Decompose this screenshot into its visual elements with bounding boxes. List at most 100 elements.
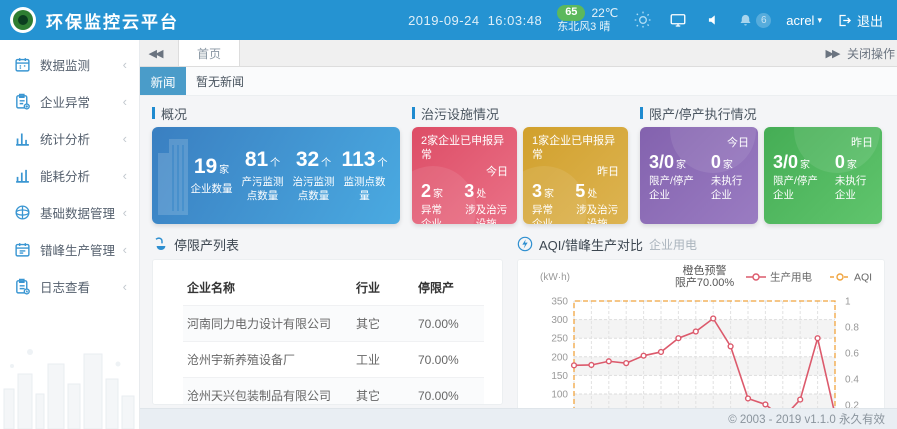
news-label: 新闻: [140, 67, 186, 95]
title-bar-accent: [152, 107, 155, 119]
limit-today-card: 今日 3/0家 限产/停产企业 0家 未执行企业: [640, 127, 758, 224]
overview-card: 19家 企业数量 81个 产污监测点数量 32个 治污监测点数量: [152, 127, 400, 224]
table-column-header: 停限产: [414, 272, 484, 306]
table-cell: 70.00%: [414, 306, 484, 342]
news-content: 暂无新闻: [196, 67, 244, 95]
aqi-comparison-title: AQI/错峰生产对比 企业用电: [517, 234, 885, 254]
svg-text:150: 150: [551, 371, 568, 382]
title-bar-accent: [412, 107, 415, 119]
calendar-icon: [14, 56, 31, 73]
sidebar-item-energy-analysis[interactable]: 能耗分析 ‹: [0, 157, 139, 194]
news-bar: 新闻 暂无新闻: [140, 67, 897, 96]
svg-text:(kW·h): (kW·h): [540, 272, 570, 283]
stop-limit-list-title: 停限产列表: [152, 234, 503, 254]
user-menu[interactable]: acrel▾: [786, 13, 822, 28]
logout-label: 退出: [857, 11, 883, 30]
abnormal-enterprises-stat: 3家 异常企业: [532, 181, 561, 224]
table-cell: 其它: [352, 378, 414, 406]
logout-button[interactable]: 退出: [837, 11, 883, 30]
brand: 环保监控云平台: [10, 7, 179, 33]
lightning-circle-icon: [517, 236, 533, 252]
bar-chart-icon: [14, 167, 31, 184]
svg-text:250: 250: [551, 334, 568, 345]
sun-icon: [633, 10, 653, 30]
table-row: 河南同力电力设计有限公司其它70.00%: [183, 306, 484, 342]
table-cell: 工业: [352, 342, 414, 378]
app-title: 环保监控云平台: [46, 8, 179, 33]
facility-yesterday-card: 1家企业已申报异常 昨日 3家 异常企业 5处 涉及治污设施: [523, 127, 628, 224]
main-area: ◀◀ 首页 ▶▶ 关闭操作 新闻 暂无新闻 概况: [140, 40, 897, 429]
sidebar-item-statistics[interactable]: 统计分析 ‹: [0, 120, 139, 157]
abnormal-enterprises-stat: 2家 异常企业: [421, 181, 450, 224]
stop-limit-list-section: 停限产列表 企业名称行业停限产 河南同力电力设计有限公司其它70.00%沧州宇新…: [152, 234, 503, 408]
table-column-header: 行业: [352, 272, 414, 306]
table-cell: 沧州天兴包装制品有限公司: [183, 378, 352, 406]
log-icon: [14, 278, 31, 295]
chevron-down-icon: ▾: [817, 15, 822, 26]
overview-section-title: 概况: [152, 105, 400, 121]
stat-monitor-points: 113个 监测点数量: [339, 148, 390, 203]
date-text: 2019-09-24: [408, 13, 480, 28]
chevron-left-icon: ‹: [123, 242, 127, 257]
temperature-text: 22℃: [591, 6, 618, 21]
svg-text:AQI: AQI: [854, 272, 872, 284]
globe-icon: [14, 204, 31, 221]
table-cell: 沧州宇新养殖设备厂: [183, 342, 352, 378]
sidebar-item-base-data[interactable]: 基础数据管理 ‹: [0, 194, 139, 231]
table-row: 沧州宇新养殖设备厂工业70.00%: [183, 342, 484, 378]
wind-weather-text: 东北风3 晴: [557, 21, 618, 35]
bell-icon: [738, 13, 753, 28]
sidebar-item-data-monitoring[interactable]: 数据监测 ‹: [0, 46, 139, 83]
svg-text:1: 1: [845, 297, 851, 308]
limit-stop-enterprises-stat: 3/0家 限产/停产企业: [649, 152, 697, 202]
svg-text:限产70.00%: 限产70.00%: [675, 275, 735, 289]
sidebar-item-enterprise-abnormal[interactable]: 企业异常 ‹: [0, 83, 139, 120]
svg-text:350: 350: [551, 297, 568, 308]
stat-treatment-points: 32个 治污监测点数量: [288, 148, 339, 203]
table-cell: 70.00%: [414, 342, 484, 378]
tab-home[interactable]: 首页: [178, 40, 240, 66]
tabs-scroll-right-button[interactable]: ▶▶: [817, 40, 847, 66]
app-root: 环保监控云平台 2019-09-2416:03:48 65 22℃ 东北风3 晴: [0, 0, 897, 429]
non-executing-enterprises-stat: 0家 未执行企业: [711, 152, 749, 202]
svg-text:0.8: 0.8: [845, 323, 859, 334]
chevron-left-icon: ‹: [123, 168, 127, 183]
chevron-left-icon: ‹: [123, 131, 127, 146]
bar-chart-icon: [14, 130, 31, 147]
faucet-icon: [152, 236, 168, 252]
dashboard-content: 概况 19家 企业数量 81个: [140, 96, 897, 408]
stop-limit-table-head-row: 企业名称行业停限产: [183, 272, 484, 306]
pollution-facility-section: 治污设施情况 2家企业已申报异常 今日 2家 异常企业: [412, 105, 628, 224]
chevron-left-icon: ‹: [123, 205, 127, 220]
svg-text:300: 300: [551, 315, 568, 326]
svg-text:100: 100: [551, 390, 568, 401]
close-operations-button[interactable]: 关闭操作: [847, 40, 897, 66]
aqi-chart-card: 35030025020015010010.80.60.40.2(kW·h)橙色预…: [517, 259, 885, 408]
city-skyline-illustration: [0, 334, 140, 429]
svg-text:0.6: 0.6: [845, 349, 859, 360]
speaker-icon[interactable]: [703, 10, 723, 30]
svg-text:200: 200: [551, 352, 568, 363]
notification-count-badge: 6: [756, 13, 771, 28]
notifications-button[interactable]: 6: [738, 13, 771, 28]
tabs-scroll-left-button[interactable]: ◀◀: [140, 40, 170, 66]
username-text: acrel: [786, 13, 814, 28]
tab-bar: ◀◀ 首页 ▶▶ 关闭操作: [140, 40, 897, 67]
stop-limit-table: 企业名称行业停限产 河南同力电力设计有限公司其它70.00%沧州宇新养殖设备厂工…: [183, 272, 484, 405]
datetime: 2019-09-2416:03:48: [408, 13, 542, 28]
sidebar-item-peak-production[interactable]: 错峰生产管理 ‹: [0, 231, 139, 268]
table-cell: 70.00%: [414, 378, 484, 406]
chevron-left-icon: ‹: [123, 57, 127, 72]
aqi-badge: 65: [557, 5, 585, 21]
calendar-icon: [14, 241, 31, 258]
monitor-icon[interactable]: [668, 10, 688, 30]
table-row: 沧州天兴包装制品有限公司其它70.00%: [183, 378, 484, 406]
involved-facilities-stat: 3处 涉及治污设施: [464, 181, 508, 224]
table-column-header: 企业名称: [183, 272, 352, 306]
stat-enterprise-count: 19家 企业数量: [186, 155, 237, 196]
pollution-facility-title: 治污设施情况: [412, 105, 628, 121]
footer: © 2003 - 2019 v1.1.0 永久有效: [140, 408, 897, 429]
sidebar-item-logs[interactable]: 日志查看 ‹: [0, 268, 139, 305]
svg-text:0.2: 0.2: [845, 401, 859, 408]
stop-limit-table-body: 河南同力电力设计有限公司其它70.00%沧州宇新养殖设备厂工业70.00%沧州天…: [183, 306, 484, 406]
